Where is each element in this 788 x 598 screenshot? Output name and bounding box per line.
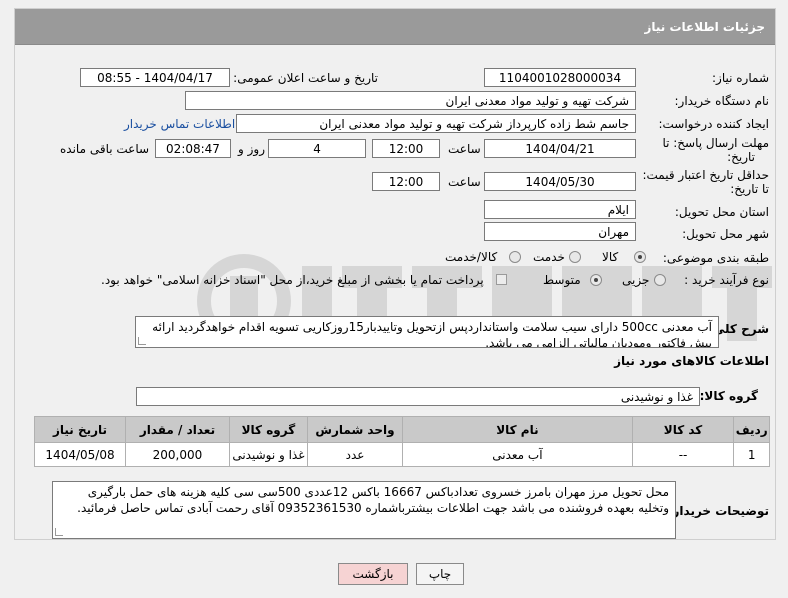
category-radio-service[interactable]	[569, 251, 581, 263]
resize-handle-icon[interactable]	[138, 337, 146, 345]
cell-row: 1	[733, 442, 770, 467]
payment-checkbox[interactable]	[496, 274, 507, 285]
process-option-minor: جزیی	[622, 273, 650, 287]
announce-label: تاریخ و ساعت اعلان عمومی:	[233, 71, 378, 85]
remaining-time-field: 02:08:47	[155, 139, 231, 158]
col-unit: واحد شمارش	[306, 416, 404, 443]
validity-time-label: ساعت	[448, 175, 481, 189]
col-group: گروه کالا	[228, 416, 308, 443]
validity-label: حداقل تاریخ اعتبار قیمت:	[642, 168, 769, 182]
need-number-label: شماره نیاز:	[712, 71, 769, 85]
description-text: آب معدنی 500cc دارای سیب سلامت واستاندار…	[152, 320, 712, 348]
buyer-notes-textarea[interactable]: محل تحویل مرز مهران بامرز خسروی تعدادباک…	[52, 481, 676, 539]
col-row: ردیف	[733, 416, 770, 443]
goods-section-title: اطلاعات کالاهای مورد نیاز	[614, 354, 769, 368]
back-button[interactable]: بازگشت	[338, 563, 408, 585]
payment-note: پرداخت تمام یا بخشی از مبلغ خرید،از محل …	[101, 273, 484, 287]
cell-code: --	[631, 442, 735, 467]
creator-label: ایجاد کننده درخواست:	[658, 117, 769, 131]
days-field: 4	[268, 139, 366, 158]
cell-group: غذا و نوشیدنی	[228, 442, 308, 467]
cell-need-date: 1404/05/08	[33, 442, 127, 467]
buyer-org-field: شرکت تهیه و تولید مواد معدنی ایران	[185, 91, 636, 110]
goods-table: ردیف کد کالا نام کالا واحد شمارش گروه کا…	[33, 416, 770, 467]
buyer-org-label: نام دستگاه خریدار:	[674, 94, 770, 108]
goods-group-field: غذا و نوشیدنی	[136, 387, 700, 406]
col-quantity: تعداد / مقدار	[125, 416, 230, 443]
process-radio-medium[interactable]	[590, 274, 602, 286]
buyer-contact-link[interactable]: اطلاعات تماس خریدار	[124, 117, 235, 131]
validity-date-field: 1404/05/30	[484, 172, 636, 191]
goods-table-header: ردیف کد کالا نام کالا واحد شمارش گروه کا…	[33, 416, 770, 443]
category-option-goods: کالا	[602, 250, 619, 264]
province-field: ایلام	[484, 200, 636, 219]
validity-date-label: تا تاریخ:	[730, 182, 769, 196]
city-field: مهران	[484, 222, 636, 241]
deadline-date-field: 1404/04/21	[484, 139, 636, 158]
category-option-both: کالا/خدمت	[445, 250, 498, 264]
category-label: طبقه بندی موضوعی:	[662, 251, 769, 265]
validity-time-field: 12:00	[372, 172, 440, 191]
category-option-service: خدمت	[533, 250, 565, 264]
goods-group-label: گروه کالا:	[699, 389, 758, 403]
panel-header: جزئیات اطلاعات نیاز	[15, 9, 775, 45]
col-code: کد کالا	[631, 416, 735, 443]
panel-title: جزئیات اطلاعات نیاز	[644, 19, 765, 34]
category-radio-goods[interactable]	[634, 251, 646, 263]
cell-unit: عدد	[306, 442, 404, 467]
description-textarea[interactable]: آب معدنی 500cc دارای سیب سلامت واستاندار…	[135, 316, 719, 348]
need-number-field: 1104001028000034	[484, 68, 636, 87]
table-row[interactable]: 1 -- آب معدنی عدد غذا و نوشیدنی 200,000 …	[33, 442, 770, 467]
creator-field: جاسم شط زاده کارپرداز شرکت تهیه و تولید …	[236, 114, 636, 133]
days-label: روز و	[238, 142, 265, 156]
col-need-date: تاریخ نیاز	[33, 416, 127, 443]
province-label: استان محل تحویل:	[674, 205, 769, 219]
remaining-label: ساعت باقی مانده	[60, 142, 150, 156]
buyer-notes-text: محل تحویل مرز مهران بامرز خسروی تعدادباک…	[77, 485, 669, 515]
buyer-notes-label: توضیحات خریدار:	[667, 504, 769, 518]
category-radio-both[interactable]	[509, 251, 521, 263]
process-option-medium: متوسط	[543, 273, 581, 287]
process-label: نوع فرآیند خرید :	[684, 273, 769, 287]
cell-quantity: 200,000	[125, 442, 230, 467]
col-name: نام کالا	[402, 416, 633, 443]
deadline-label: مهلت ارسال پاسخ: تا	[662, 136, 769, 150]
resize-handle-icon[interactable]	[55, 528, 63, 536]
city-label: شهر محل تحویل:	[682, 227, 769, 241]
announce-datetime-field: 1404/04/17 - 08:55	[80, 68, 230, 87]
cell-name: آب معدنی	[402, 442, 633, 467]
process-radio-minor[interactable]	[654, 274, 666, 286]
deadline-date-label: تاریخ:	[727, 150, 755, 164]
print-button[interactable]: چاپ	[416, 563, 464, 585]
deadline-time-label: ساعت	[448, 142, 481, 156]
deadline-time-field: 12:00	[372, 139, 440, 158]
